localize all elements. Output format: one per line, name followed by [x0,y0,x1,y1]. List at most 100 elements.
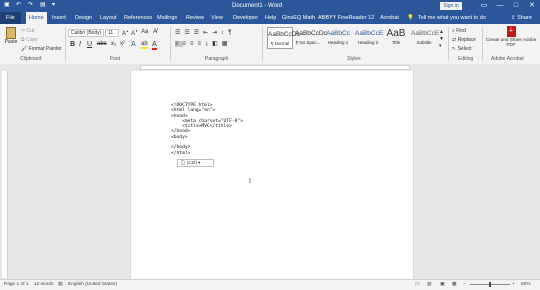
divider [170,27,171,61]
read-mode-icon[interactable]: ▥ [427,282,432,287]
proofing-icon[interactable]: ▤ [58,282,63,287]
page-count[interactable]: Page 1 of 1 [4,282,29,287]
customize-qa-icon[interactable]: ▾ [52,2,58,8]
web-layout-icon[interactable]: ▦ [452,282,457,287]
style-subtitle[interactable]: AaBbCcE Subtitle [411,27,439,49]
style-no-spacing[interactable]: AaBbCcDc ¶ No Spac... [295,27,327,49]
shading-icon[interactable]: ◧ [212,41,222,47]
paste-button[interactable]: Paste [4,27,18,51]
tab-ginxeq-math[interactable]: GinxEQ Math [282,15,315,21]
tab-home[interactable]: Home [26,12,47,24]
print-layout-icon[interactable]: ▣ [440,282,445,287]
numbering-icon[interactable]: ☰ [184,30,193,36]
focus-mode-icon[interactable]: ▭ [415,282,420,287]
document-text[interactable]: <!DOCTYPE html> <html lang="en"> <head> … [171,103,243,156]
save-icon[interactable]: ▣ [4,2,10,8]
tab-view[interactable]: View [211,15,223,21]
tab-abbyy[interactable]: ABBYY FineReader 12 [318,15,374,21]
vertical-ruler[interactable] [2,71,8,278]
create-adobe-pdf-button[interactable]: ⏚ Create and Share Adobe PDF [485,26,537,47]
bold-icon[interactable]: B [70,41,75,48]
align-left-icon[interactable]: ≡ [175,41,183,47]
tab-references[interactable]: References [124,15,152,21]
style-heading-2[interactable]: AaBbCcE Heading 2 [355,27,383,49]
bullets-icon[interactable]: ☰ [175,30,184,36]
ribbon-display-icon[interactable]: ▭ [476,0,492,12]
borders-icon[interactable]: ▦ [222,41,232,47]
replace-button[interactable]: ⇄ Replace [452,37,476,43]
increase-indent-icon[interactable]: ⇥ [212,30,221,36]
subscript-icon[interactable]: x₂ [111,41,116,47]
ribbon-tabs: File Home Insert Design Layout Reference… [0,12,540,24]
line-spacing-icon[interactable]: ↨ [205,41,212,47]
grow-font-icon[interactable]: A▲ [122,29,129,37]
find-button[interactable]: ⌕ Find [452,28,466,34]
shrink-font-icon[interactable]: A▼ [131,29,138,37]
language[interactable]: English (United States) [68,282,117,287]
tab-mailings[interactable]: Mailings [157,15,177,21]
redo-icon[interactable]: ↷ [28,2,34,8]
list-buttons[interactable]: ☰☰☰⇤⇥↕¶ [175,29,235,36]
underline-icon[interactable]: U [87,41,92,48]
status-bar: Page 1 of 1 12 words ▤ English (United S… [0,279,540,290]
horizontal-ruler[interactable] [0,64,540,71]
copy-button[interactable]: ⧉ Copy [21,37,38,43]
clear-formatting-icon[interactable]: A̸ [153,29,157,35]
word-count[interactable]: 12 words [34,282,53,287]
paste-options-button[interactable]: 📋 (Ctrl) ▾ [177,159,214,167]
font-size-select[interactable]: 11 [105,29,119,37]
share-button[interactable]: ⇪ Share [511,15,532,21]
pilcrow-icon[interactable]: ¶ [228,30,235,36]
paragraph-group-label: Paragraph [205,56,229,62]
align-right-icon[interactable]: ≡ [190,41,198,47]
highlight-icon[interactable]: ab [141,41,148,49]
clipboard-icon [6,27,16,39]
italic-icon[interactable]: I [79,41,81,48]
minimize-button[interactable]: — [492,0,508,12]
restore-button[interactable]: □ [508,0,524,12]
divider [448,27,449,61]
tell-me-box[interactable]: Tell me what you want to do [418,15,486,21]
format-painter-button[interactable]: 🖌 Format Painter [21,46,62,52]
tab-file[interactable]: File [0,12,21,24]
multilevel-icon[interactable]: ☰ [194,30,203,36]
clipboard-group-label: Clipboard [20,56,42,62]
zoom-slider-handle[interactable] [489,282,491,287]
sign-in-button[interactable]: Sign in [440,2,462,10]
vertical-scrollbar[interactable] [532,71,540,279]
tab-insert[interactable]: Insert [52,15,66,21]
text-effects-icon[interactable]: A [131,41,136,48]
divider [262,27,263,61]
strikethrough-icon[interactable]: abc [97,41,107,47]
ribbon: Paste ✂ Cut ⧉ Copy 🖌 Format Painter Clip… [0,24,540,65]
align-center-icon[interactable]: ≡ [183,41,191,47]
superscript-icon[interactable]: x² [120,41,125,47]
style-normal[interactable]: AaBbCcDc ¶ Normal [267,27,300,49]
tab-design[interactable]: Design [75,15,92,21]
zoom-out-icon[interactable]: − [463,282,466,287]
zoom-level[interactable]: 90% [521,282,531,287]
undo-icon[interactable]: ↶ [16,2,22,8]
zoom-in-icon[interactable]: + [512,282,515,287]
decrease-indent-icon[interactable]: ⇤ [203,30,212,36]
tab-help[interactable]: Help [265,15,276,21]
tab-review[interactable]: Review [186,15,204,21]
tab-developer[interactable]: Developer [233,15,258,21]
open-icon[interactable]: ▤ [40,2,46,8]
justify-icon[interactable]: ≡ [198,41,206,47]
adobe-group-label: Adobe Acrobat [491,56,524,62]
title-bar: ▣ ↶ ↷ ▤ ▾ Document1 - Word Sign in ▭ — □… [0,0,540,12]
tab-layout[interactable]: Layout [100,15,117,21]
brush-icon: 🖌 [21,46,29,52]
cut-button[interactable]: ✂ Cut [21,28,34,34]
change-case-icon[interactable]: Aa [141,29,148,35]
style-heading-1[interactable]: AaBbCc Heading 1 [325,27,351,49]
font-color-icon[interactable]: A [152,41,157,50]
style-title[interactable]: AaB Title [383,27,409,49]
tab-acrobat[interactable]: Acrobat [380,15,399,21]
select-button[interactable]: ↖ Select [452,46,472,52]
alignment-buttons[interactable]: ≡≡≡≡↨◧▦ [175,40,231,47]
close-button[interactable]: ✕ [524,0,540,12]
styles-scroll[interactable]: ▲ ▼ ▾ [439,29,444,50]
font-name-select[interactable]: Calibri (Body) [68,29,104,37]
